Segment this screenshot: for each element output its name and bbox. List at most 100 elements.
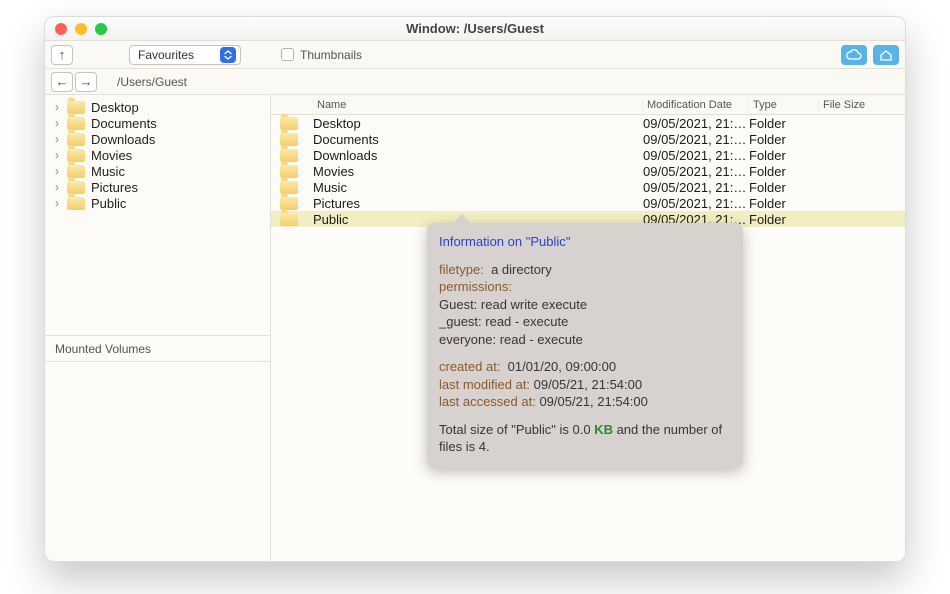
mounted-volumes-header: Mounted Volumes xyxy=(45,335,270,361)
sidebar-item[interactable]: ›Desktop xyxy=(45,99,270,115)
minimize-icon[interactable] xyxy=(75,23,87,35)
folder-icon xyxy=(280,213,298,226)
row-type: Folder xyxy=(749,132,819,147)
row-type: Folder xyxy=(749,180,819,195)
folder-icon xyxy=(280,133,298,146)
disclosure-triangle-icon[interactable]: › xyxy=(55,148,67,162)
window-title: Window: /Users/Guest xyxy=(45,21,905,36)
disclosure-triangle-icon[interactable]: › xyxy=(55,196,67,210)
chevron-updown-icon xyxy=(220,47,236,63)
favourites-dropdown[interactable]: Favourites xyxy=(129,45,241,65)
row-name: Music xyxy=(313,180,643,195)
up-arrow-icon: ↑ xyxy=(59,47,66,62)
sidebar-tree: ›Desktop›Documents›Downloads›Movies›Musi… xyxy=(45,95,270,215)
table-row[interactable]: Music09/05/2021, 21:…Folder xyxy=(271,179,905,195)
disclosure-triangle-icon[interactable]: › xyxy=(55,116,67,130)
folder-icon xyxy=(67,117,85,130)
tooltip-perm-guest: Guest: read write execute xyxy=(439,296,731,314)
tooltip-perm-every: everyone: read - execute xyxy=(439,331,731,349)
disclosure-triangle-icon[interactable]: › xyxy=(55,100,67,114)
sidebar-item[interactable]: ›Documents xyxy=(45,115,270,131)
folder-icon xyxy=(280,117,298,130)
disclosure-triangle-icon[interactable]: › xyxy=(55,180,67,194)
row-name: Movies xyxy=(313,164,643,179)
folder-icon xyxy=(67,165,85,178)
sidebar-item[interactable]: › Public xyxy=(45,195,270,211)
row-date: 09/05/2021, 21:… xyxy=(643,148,749,163)
folder-icon xyxy=(280,197,298,210)
disclosure-triangle-icon[interactable]: › xyxy=(55,132,67,146)
checkbox-icon xyxy=(281,48,294,61)
row-type: Folder xyxy=(749,212,819,227)
file-list: Name Modification Date Type File Size De… xyxy=(271,95,905,561)
row-date: 09/05/2021, 21:… xyxy=(643,132,749,147)
table-row[interactable]: Movies09/05/2021, 21:…Folder xyxy=(271,163,905,179)
sidebar-item[interactable]: › Movies xyxy=(45,147,270,163)
cloud-button[interactable] xyxy=(841,45,867,65)
folder-icon xyxy=(280,165,298,178)
pathbar: ← → /Users/Guest xyxy=(45,69,905,95)
body: ›Desktop›Documents›Downloads›Movies›Musi… xyxy=(45,95,905,561)
forward-button[interactable]: → xyxy=(75,72,97,92)
folder-icon xyxy=(280,181,298,194)
column-headers: Name Modification Date Type File Size xyxy=(271,95,905,115)
sidebar-item[interactable]: › Music xyxy=(45,163,270,179)
sidebar-item-label: Music xyxy=(91,164,125,179)
column-filesize[interactable]: File Size xyxy=(819,99,905,111)
back-button[interactable]: ← xyxy=(51,72,73,92)
folder-icon xyxy=(280,149,298,162)
home-button[interactable] xyxy=(873,45,899,65)
row-type: Folder xyxy=(749,164,819,179)
forward-arrow-icon: → xyxy=(80,74,93,89)
tooltip-accessed-label: last accessed at: xyxy=(439,394,536,409)
app-window: Window: /Users/Guest ↑ Favourites Thumbn… xyxy=(44,16,906,562)
sidebar-item[interactable]: › Downloads xyxy=(45,131,270,147)
folder-icon xyxy=(67,197,85,210)
sidebar-item[interactable]: › Pictures xyxy=(45,179,270,195)
back-arrow-icon: ← xyxy=(56,74,69,89)
column-name[interactable]: Name xyxy=(313,99,643,111)
sidebar-item-label: Downloads xyxy=(91,132,155,147)
tooltip-filetype-label: filetype: xyxy=(439,262,484,277)
row-name: Documents xyxy=(313,132,643,147)
tooltip-accessed-value: 09/05/21, 21:54:00 xyxy=(539,394,647,409)
disclosure-triangle-icon[interactable]: › xyxy=(55,164,67,178)
row-type: Folder xyxy=(749,116,819,131)
tooltip-title: Information on "Public" xyxy=(439,233,731,251)
row-date: 09/05/2021, 21:… xyxy=(643,116,749,131)
tooltip-size-line: Total size of "Public" is 0.0 KB and the… xyxy=(439,421,731,456)
zoom-icon[interactable] xyxy=(95,23,107,35)
up-button[interactable]: ↑ xyxy=(51,45,73,65)
table-row[interactable]: Pictures09/05/2021, 21:…Folder xyxy=(271,195,905,211)
thumbnails-checkbox[interactable]: Thumbnails xyxy=(281,48,362,62)
sidebar-item-label: Movies xyxy=(91,148,132,163)
row-date: 09/05/2021, 21:… xyxy=(643,180,749,195)
tooltip-modified-label: last modified at: xyxy=(439,377,530,392)
thumbnails-label: Thumbnails xyxy=(300,48,362,62)
column-modification[interactable]: Modification Date xyxy=(643,99,749,111)
info-tooltip: Information on "Public" filetype: a dire… xyxy=(427,223,743,468)
titlebar: Window: /Users/Guest xyxy=(45,17,905,41)
file-rows: Desktop09/05/2021, 21:…FolderDocuments09… xyxy=(271,115,905,227)
table-row[interactable]: Desktop09/05/2021, 21:…Folder xyxy=(271,115,905,131)
sidebar-item-label: Public xyxy=(91,196,126,211)
toolbar-right xyxy=(841,45,899,65)
row-type: Folder xyxy=(749,148,819,163)
row-name: Desktop xyxy=(313,116,643,131)
table-row[interactable]: Documents09/05/2021, 21:…Folder xyxy=(271,131,905,147)
cloud-icon xyxy=(846,49,862,61)
row-date: 09/05/2021, 21:… xyxy=(643,196,749,211)
folder-icon xyxy=(67,181,85,194)
tooltip-created-label: created at: xyxy=(439,359,500,374)
folder-icon xyxy=(67,133,85,146)
favourites-label: Favourites xyxy=(138,48,194,62)
table-row[interactable]: Downloads09/05/2021, 21:…Folder xyxy=(271,147,905,163)
tooltip-perm-uguest: _guest: read - execute xyxy=(439,313,731,331)
mounted-volumes-area xyxy=(45,361,270,561)
sidebar-item-label: Pictures xyxy=(91,180,138,195)
tooltip-size-prefix: Total size of "Public" is 0.0 xyxy=(439,422,594,437)
close-icon[interactable] xyxy=(55,23,67,35)
tooltip-permissions-label: permissions: xyxy=(439,278,731,296)
home-icon xyxy=(879,49,893,61)
column-type[interactable]: Type xyxy=(749,99,819,111)
